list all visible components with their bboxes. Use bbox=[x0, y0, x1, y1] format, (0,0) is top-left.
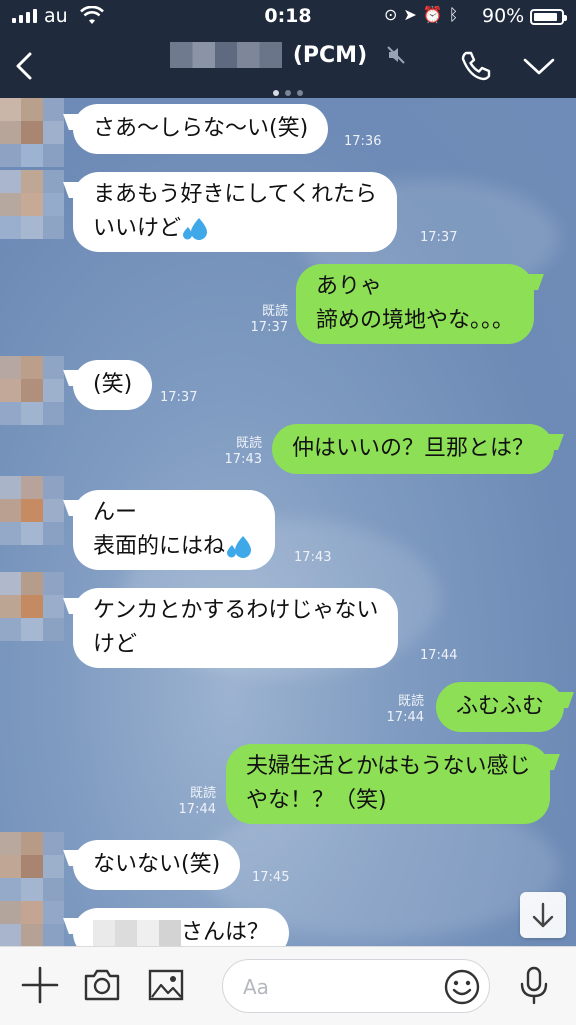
incoming-message-bubble[interactable]: さんは？ bbox=[73, 908, 290, 946]
message-text: ふむふむ bbox=[456, 694, 545, 719]
outgoing-message-bubble[interactable]: ありゃ 諦めの境地やな。。。 bbox=[296, 264, 535, 344]
message-time: 17:43 bbox=[294, 550, 332, 565]
plus-icon[interactable] bbox=[20, 965, 60, 1005]
bluetooth-icon: ᛒ bbox=[448, 5, 465, 24]
incoming-message-bubble[interactable]: (笑) bbox=[73, 360, 153, 410]
message-field[interactable] bbox=[222, 959, 490, 1013]
message-text: 表面的にはね bbox=[93, 534, 226, 559]
message-read-status: 既読 17:43 bbox=[214, 436, 262, 468]
message-time: 17:37 bbox=[250, 320, 288, 335]
message-time: 17:43 bbox=[224, 452, 262, 467]
message-read-status: 既読 17:37 bbox=[240, 304, 288, 336]
camera-icon[interactable] bbox=[82, 965, 122, 1005]
avatar[interactable] bbox=[0, 356, 64, 425]
mute-icon bbox=[387, 46, 405, 64]
read-receipt: 既読 bbox=[261, 304, 288, 319]
message-input[interactable] bbox=[241, 970, 435, 1004]
outgoing-message-bubble[interactable]: 夫婦生活とかはもうない感じ やな！？（笑) bbox=[226, 744, 551, 824]
arrow-down-icon[interactable] bbox=[520, 892, 566, 938]
chat-title: (PCM) bbox=[292, 42, 368, 68]
read-receipt: 既読 bbox=[235, 436, 262, 451]
message-text: まあもう好きにしてくれたら bbox=[93, 182, 378, 207]
message-text: けど bbox=[93, 632, 138, 657]
sweat-drops-icon bbox=[227, 536, 252, 558]
page-dot bbox=[285, 90, 291, 96]
outgoing-message-bubble[interactable]: 仲はいいの？旦那とは？ bbox=[272, 424, 555, 474]
alarm-icon: ⏰ bbox=[422, 5, 449, 24]
message-time: 17:44 bbox=[420, 648, 458, 663]
page-dot bbox=[297, 90, 303, 96]
avatar[interactable] bbox=[0, 572, 64, 641]
status-icons: ⊙➤⏰ᛒ bbox=[384, 5, 464, 24]
message-text: いいけど bbox=[93, 216, 182, 241]
avatar[interactable] bbox=[0, 476, 64, 545]
message-text: (笑) bbox=[93, 372, 133, 397]
image-icon[interactable] bbox=[146, 965, 186, 1005]
message-read-status: 既読 17:44 bbox=[376, 694, 424, 726]
blurred-contact-name bbox=[169, 42, 282, 68]
incoming-message-bubble[interactable]: んー 表面的にはね bbox=[73, 490, 276, 570]
message-input-bar bbox=[0, 946, 576, 1025]
incoming-message-bubble[interactable]: ないない(笑) bbox=[73, 840, 241, 890]
outgoing-message-bubble[interactable]: ふむふむ bbox=[436, 682, 565, 732]
message-text: 夫婦生活とかはもうない感じ bbox=[246, 754, 531, 779]
smiley-icon[interactable] bbox=[443, 968, 481, 1006]
status-bar: au 0:18 ⊙➤⏰ᛒ 90% bbox=[0, 0, 576, 34]
message-text: さんは？ bbox=[181, 920, 270, 945]
message-text: さあ〜しらな〜い(笑) bbox=[93, 116, 309, 141]
message-time: 17:36 bbox=[344, 134, 382, 149]
avatar[interactable] bbox=[0, 98, 64, 167]
message-time: 17:37 bbox=[420, 230, 458, 245]
incoming-message-bubble[interactable]: さあ〜しらな〜い(笑) bbox=[73, 104, 329, 154]
message-text: やな！？（笑) bbox=[246, 788, 387, 813]
message-text: 仲はいいの？旦那とは？ bbox=[292, 436, 535, 461]
message-text: ないない(笑) bbox=[93, 852, 221, 877]
orientation-lock-icon: ⊙ bbox=[384, 5, 404, 24]
avatar[interactable] bbox=[0, 832, 64, 946]
chat-area[interactable]: さあ〜しらな〜い(笑) 17:36 まあもう好きにしてくれたら いいけど 17:… bbox=[0, 98, 576, 946]
message-read-status: 既読 17:44 bbox=[168, 786, 216, 818]
message-text: 諦めの境地やな。。。 bbox=[316, 308, 515, 333]
phone-icon[interactable] bbox=[458, 48, 494, 84]
battery-percent: 90% bbox=[482, 5, 525, 27]
chat-header: (PCM) bbox=[0, 34, 576, 98]
avatar[interactable] bbox=[0, 170, 64, 239]
blurred-name bbox=[93, 920, 181, 946]
location-icon: ➤ bbox=[403, 5, 423, 24]
sweat-drops-icon bbox=[183, 218, 208, 240]
read-receipt: 既読 bbox=[189, 786, 216, 801]
microphone-icon[interactable] bbox=[514, 965, 554, 1005]
read-receipt: 既読 bbox=[397, 694, 424, 709]
battery-icon bbox=[530, 9, 567, 25]
message-text: ケンカとかするわけじゃない bbox=[93, 598, 379, 623]
message-time: 17:37 bbox=[160, 390, 198, 405]
message-text: んー bbox=[93, 500, 138, 525]
message-time: 17:44 bbox=[386, 710, 424, 725]
chevron-down-icon[interactable] bbox=[520, 50, 558, 82]
message-time: 17:45 bbox=[252, 870, 290, 885]
incoming-message-bubble[interactable]: まあもう好きにしてくれたら いいけど bbox=[73, 172, 398, 252]
message-time: 17:44 bbox=[178, 802, 216, 817]
incoming-message-bubble[interactable]: ケンカとかするわけじゃない けど bbox=[73, 588, 399, 668]
page-dot bbox=[273, 90, 279, 96]
message-text: ありゃ bbox=[316, 274, 383, 299]
